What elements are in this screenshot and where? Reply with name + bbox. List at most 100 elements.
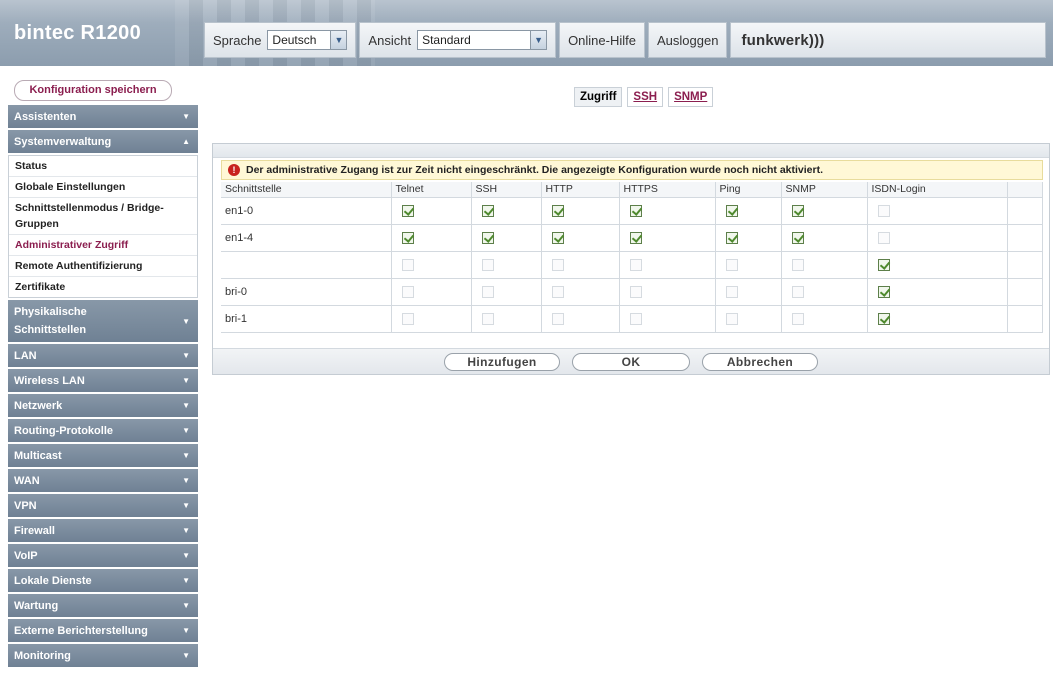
access-checkbox[interactable] <box>551 258 564 271</box>
sub-item-status[interactable]: Status <box>9 156 197 177</box>
chevron-down-icon: ▼ <box>182 501 190 510</box>
view-select[interactable]: Standard ▼ <box>417 30 548 50</box>
table-row <box>221 251 1043 279</box>
access-checkbox[interactable] <box>481 258 494 271</box>
help-link[interactable]: Online-Hilfe <box>559 22 645 58</box>
nav-wartung[interactable]: Wartung ▼ <box>8 594 198 617</box>
tab-zugriff[interactable]: Zugriff <box>574 87 623 107</box>
sub-item-global-settings[interactable]: Globale Einstellungen <box>9 177 197 198</box>
col-header: SNMP <box>781 182 868 198</box>
row-spacer <box>1007 305 1043 333</box>
check-cell <box>391 251 472 279</box>
access-checkbox[interactable] <box>791 204 804 217</box>
nav-wireless-lan[interactable]: Wireless LAN ▼ <box>8 369 198 392</box>
check-cell <box>715 197 782 225</box>
cancel-button[interactable]: Abbrechen <box>702 352 818 371</box>
nav-vpn[interactable]: VPN ▼ <box>8 494 198 517</box>
tab-snmp[interactable]: SNMP <box>668 87 714 107</box>
access-checkbox[interactable] <box>401 285 414 298</box>
access-checkbox[interactable] <box>551 285 564 298</box>
nav-wan[interactable]: WAN ▼ <box>8 469 198 492</box>
access-checkbox[interactable] <box>401 312 414 325</box>
nav-label: VoIP <box>14 549 38 562</box>
access-checkbox[interactable] <box>877 231 890 244</box>
chevron-down-icon: ▼ <box>182 451 190 460</box>
access-checkbox[interactable] <box>629 231 642 244</box>
access-checkbox[interactable] <box>401 204 414 217</box>
chevron-down-icon: ▼ <box>182 476 190 485</box>
nav-routing[interactable]: Routing-Protokolle ▼ <box>8 419 198 442</box>
access-checkbox[interactable] <box>791 231 804 244</box>
add-button[interactable]: Hinzufugen <box>444 352 560 371</box>
sub-item-remote-auth[interactable]: Remote Authentifizierung <box>9 256 197 277</box>
access-checkbox[interactable] <box>551 312 564 325</box>
row-spacer <box>1007 251 1043 279</box>
access-checkbox[interactable] <box>877 204 890 217</box>
nav-local-services[interactable]: Lokale Dienste ▼ <box>8 569 198 592</box>
nav-firewall[interactable]: Firewall ▼ <box>8 519 198 542</box>
access-checkbox[interactable] <box>725 312 738 325</box>
check-cell <box>391 305 472 333</box>
access-checkbox[interactable] <box>481 204 494 217</box>
nav-external-reporting[interactable]: Externe Berichterstellung ▼ <box>8 619 198 642</box>
access-checkbox[interactable] <box>877 258 890 271</box>
ok-button[interactable]: OK <box>572 352 690 371</box>
nav-label: WAN <box>14 474 40 487</box>
check-cell <box>781 224 868 252</box>
access-checkbox[interactable] <box>791 285 804 298</box>
access-checkbox[interactable] <box>401 231 414 244</box>
access-checkbox[interactable] <box>481 231 494 244</box>
nav-label: Firewall <box>14 524 55 537</box>
access-checkbox[interactable] <box>629 204 642 217</box>
access-checkbox[interactable] <box>791 258 804 271</box>
access-checkbox[interactable] <box>551 231 564 244</box>
nav-physical-interfaces[interactable]: Physikalische Schnittstellen ▼ <box>8 300 198 342</box>
access-checkbox[interactable] <box>629 312 642 325</box>
col-header: Schnittstelle <box>221 182 392 198</box>
nav-assistenten[interactable]: Assistenten ▼ <box>8 105 198 128</box>
table-row: bri-1 <box>221 305 1043 333</box>
nav-lan[interactable]: LAN ▼ <box>8 344 198 367</box>
nav-netzwerk[interactable]: Netzwerk ▼ <box>8 394 198 417</box>
check-cell <box>715 278 782 306</box>
nav-monitoring[interactable]: Monitoring ▼ <box>8 644 198 667</box>
nav-label: Monitoring <box>14 649 71 662</box>
access-checkbox[interactable] <box>551 204 564 217</box>
access-checkbox[interactable] <box>877 312 890 325</box>
access-checkbox[interactable] <box>725 258 738 271</box>
access-checkbox[interactable] <box>629 258 642 271</box>
sub-item-admin-access[interactable]: Administrativer Zugriff <box>9 235 197 256</box>
nav-label: LAN <box>14 349 37 362</box>
access-checkbox[interactable] <box>629 285 642 298</box>
save-config-button[interactable]: Konfiguration speichern <box>14 80 172 101</box>
sub-item-interface-mode[interactable]: Schnittstellenmodus / Bridge-Gruppen <box>9 198 197 235</box>
tab-ssh[interactable]: SSH <box>627 87 664 107</box>
access-checkbox[interactable] <box>877 285 890 298</box>
access-checkbox[interactable] <box>725 285 738 298</box>
table-row: en1-0 <box>221 197 1043 225</box>
access-checkbox[interactable] <box>725 231 738 244</box>
access-checkbox[interactable] <box>481 312 494 325</box>
chevron-down-icon: ▼ <box>182 112 190 121</box>
logout-link[interactable]: Ausloggen <box>647 22 728 58</box>
access-checkbox[interactable] <box>725 204 738 217</box>
nav-label: Wireless LAN <box>14 374 85 387</box>
sub-item-certificates[interactable]: Zertifikate <box>9 277 197 297</box>
nav-label: Routing-Protokolle <box>14 424 113 437</box>
check-cell <box>781 197 868 225</box>
check-cell <box>619 251 716 279</box>
language-select[interactable]: Deutsch ▼ <box>267 30 348 50</box>
check-cell <box>619 224 716 252</box>
access-checkbox[interactable] <box>401 258 414 271</box>
access-checkbox[interactable] <box>791 312 804 325</box>
nav-voip[interactable]: VoIP ▼ <box>8 544 198 567</box>
nav-label: Netzwerk <box>14 399 63 412</box>
access-checkbox[interactable] <box>481 285 494 298</box>
check-cell <box>715 224 782 252</box>
nav-multicast[interactable]: Multicast ▼ <box>8 444 198 467</box>
check-cell <box>541 197 620 225</box>
nav-systemverwaltung[interactable]: Systemverwaltung ▲ <box>8 130 198 153</box>
col-header: Telnet <box>391 182 472 198</box>
header: bintec R1200 Sprache Deutsch ▼ Ansicht S… <box>0 0 1053 66</box>
col-header: SSH <box>471 182 542 198</box>
